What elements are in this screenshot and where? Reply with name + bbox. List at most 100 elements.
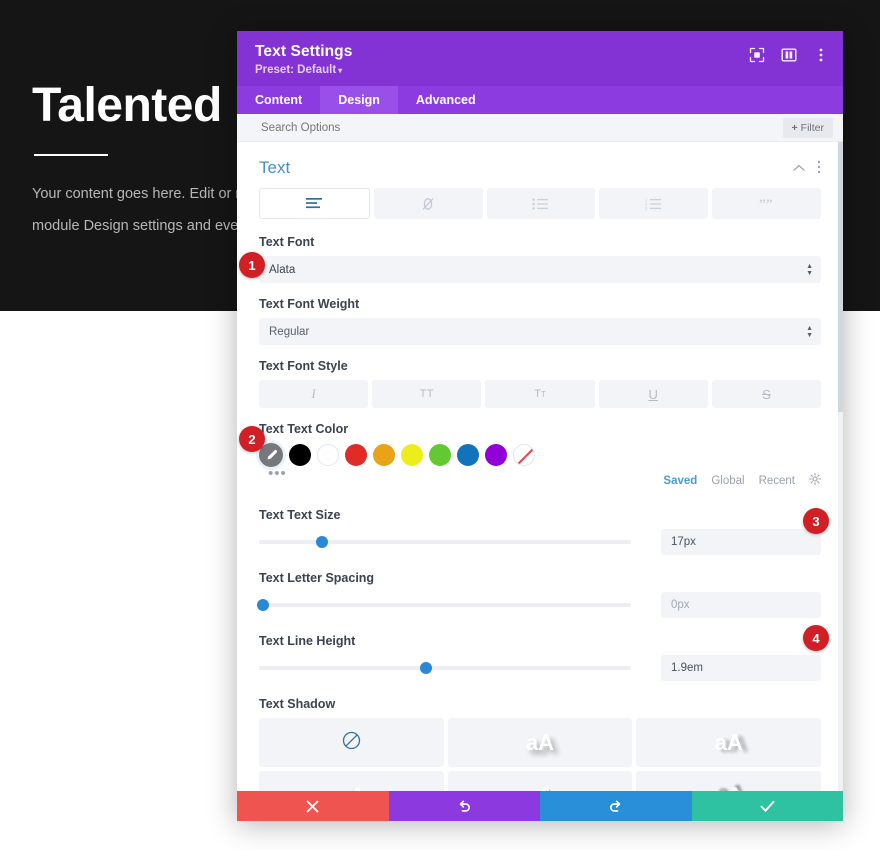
chevron-up-icon[interactable]: [793, 162, 805, 174]
strikethrough-button[interactable]: S: [711, 380, 822, 408]
swatch-purple[interactable]: [485, 444, 507, 466]
shadow-preset-2-button[interactable]: aA: [636, 718, 821, 767]
svg-text:3: 3: [645, 206, 648, 210]
svg-text:”: ”: [759, 197, 766, 211]
text-font-weight-label: Text Font Weight: [259, 297, 360, 311]
field-text-line-height: Text Line Height 1.9em: [259, 634, 821, 681]
swatch-black[interactable]: [289, 444, 311, 466]
undo-icon: [459, 800, 470, 812]
uppercase-button[interactable]: TT: [372, 380, 482, 408]
step-badge-3: 3: [803, 508, 829, 534]
text-letter-spacing-value[interactable]: 0px: [661, 592, 821, 618]
redo-button[interactable]: [540, 791, 692, 821]
shadow-preset-3-button[interactable]: aA: [259, 771, 444, 791]
search-options-bar: +Filter: [237, 114, 843, 142]
swatch-red[interactable]: [345, 444, 367, 466]
text-line-height-value[interactable]: 1.9em: [661, 655, 821, 681]
link-off-icon[interactable]: [373, 188, 483, 219]
color-picker-button[interactable]: [259, 443, 283, 467]
section-title: Text: [259, 158, 291, 177]
small-caps-button[interactable]: TT: [485, 380, 595, 408]
text-font-style-label: Text Font Style: [259, 359, 348, 373]
swatch-none[interactable]: [513, 444, 535, 466]
spinner-icon: ▲ ▼: [806, 324, 813, 339]
text-text-color-label: Text Text Color: [259, 422, 349, 436]
text-line-height-label: Text Line Height: [259, 634, 356, 648]
unordered-list-icon[interactable]: [486, 188, 596, 219]
palette-tab-recent[interactable]: Recent: [759, 475, 795, 487]
step-badge-1: 1: [239, 252, 265, 278]
text-text-size-knob[interactable]: [316, 536, 329, 548]
swatch-orange[interactable]: [373, 444, 395, 466]
modal-tabs: Content Design Advanced: [237, 86, 843, 114]
filter-button[interactable]: + Filter: [782, 117, 833, 138]
modal-header: Text Settings Preset: Default ▾: [237, 31, 843, 86]
scrollbar-thumb[interactable]: [838, 142, 843, 412]
tab-advanced[interactable]: Advanced: [398, 86, 494, 114]
paragraph-align-icon[interactable]: [259, 188, 370, 219]
section-actions: [793, 160, 821, 176]
underline-button[interactable]: U: [598, 380, 708, 408]
format-toolbar: 1 2 3 ” ”: [259, 188, 821, 219]
text-shadow-presets: aA aA aA aA aA: [259, 718, 821, 791]
gear-icon[interactable]: [809, 472, 821, 490]
modal-title: Text Settings: [255, 43, 353, 60]
preset-label: Preset: Default: [255, 64, 337, 76]
swatch-yellow[interactable]: [401, 444, 423, 466]
ordered-list-icon[interactable]: 1 2 3: [599, 188, 709, 219]
no-shadow-icon: [342, 731, 361, 755]
text-text-size-value[interactable]: 17px: [661, 529, 821, 555]
shadow-preset-4-sample: aA: [526, 783, 554, 792]
color-swatch-row: [259, 443, 821, 467]
cancel-button[interactable]: [237, 791, 389, 821]
palette-tabs: Saved Global Recent: [663, 472, 821, 490]
shadow-preset-4-button[interactable]: aA: [447, 771, 633, 792]
text-font-select[interactable]: Alata ▲ ▼: [259, 256, 821, 283]
blockquote-icon[interactable]: ” ”: [712, 188, 821, 219]
plus-icon: +: [791, 121, 798, 134]
spinner-icon: ▲ ▼: [806, 262, 813, 277]
text-shadow-label: Text Shadow: [259, 697, 336, 711]
swatch-blue[interactable]: [457, 444, 479, 466]
undo-button[interactable]: [388, 791, 540, 821]
tab-design[interactable]: Design: [320, 86, 398, 114]
text-letter-spacing-knob[interactable]: [256, 599, 269, 611]
text-letter-spacing-slider[interactable]: [256, 599, 631, 611]
text-line-height-knob[interactable]: [420, 662, 433, 674]
section-kebab-icon[interactable]: [817, 160, 821, 176]
redo-icon: [610, 800, 621, 812]
text-font-weight-select[interactable]: Regular ▲ ▼: [259, 318, 821, 345]
shadow-preset-1-button[interactable]: aA: [447, 718, 633, 767]
layout-columns-icon[interactable]: [781, 47, 797, 63]
shadow-preset-5-sample: aA: [715, 783, 743, 792]
palette-tab-saved[interactable]: Saved: [663, 475, 697, 487]
x-icon: [306, 800, 319, 812]
swatch-white[interactable]: [317, 444, 339, 466]
field-text-font-style: Text Font Style I TT TT U S: [259, 359, 822, 408]
preset-selector[interactable]: Preset: Default ▾: [255, 64, 825, 76]
check-icon: [760, 800, 775, 812]
text-font-weight-value: Regular: [269, 325, 310, 338]
text-font-value: Alata: [269, 263, 296, 276]
field-text-shadow: Text Shadow aA aA: [259, 697, 821, 791]
save-button[interactable]: [691, 791, 843, 821]
modal-footer: [237, 791, 843, 821]
tab-content[interactable]: Content: [237, 86, 320, 114]
kebab-menu-icon[interactable]: [813, 47, 829, 63]
shadow-none-button[interactable]: [259, 718, 444, 767]
text-letter-spacing-label: Text Letter Spacing: [259, 571, 375, 585]
text-text-size-slider[interactable]: [259, 536, 631, 548]
italic-button[interactable]: I: [259, 380, 369, 408]
modal-scrollbar[interactable]: [838, 142, 843, 791]
shadow-preset-3-sample: aA: [337, 783, 365, 792]
shadow-preset-5-button[interactable]: aA: [636, 771, 821, 791]
swatch-green[interactable]: [429, 444, 451, 466]
modal-body: Text 1 2 3 ” ” Text Font Alata ▲ ▼ Text …: [237, 142, 843, 791]
field-text-font: Text Font Alata ▲ ▼: [259, 235, 821, 283]
text-line-height-slider[interactable]: [259, 662, 631, 674]
search-input[interactable]: [259, 120, 783, 135]
font-style-buttons: I TT TT U S: [259, 380, 822, 408]
text-font-label: Text Font: [259, 235, 315, 249]
target-icon[interactable]: [749, 47, 765, 63]
palette-tab-global[interactable]: Global: [711, 475, 744, 487]
